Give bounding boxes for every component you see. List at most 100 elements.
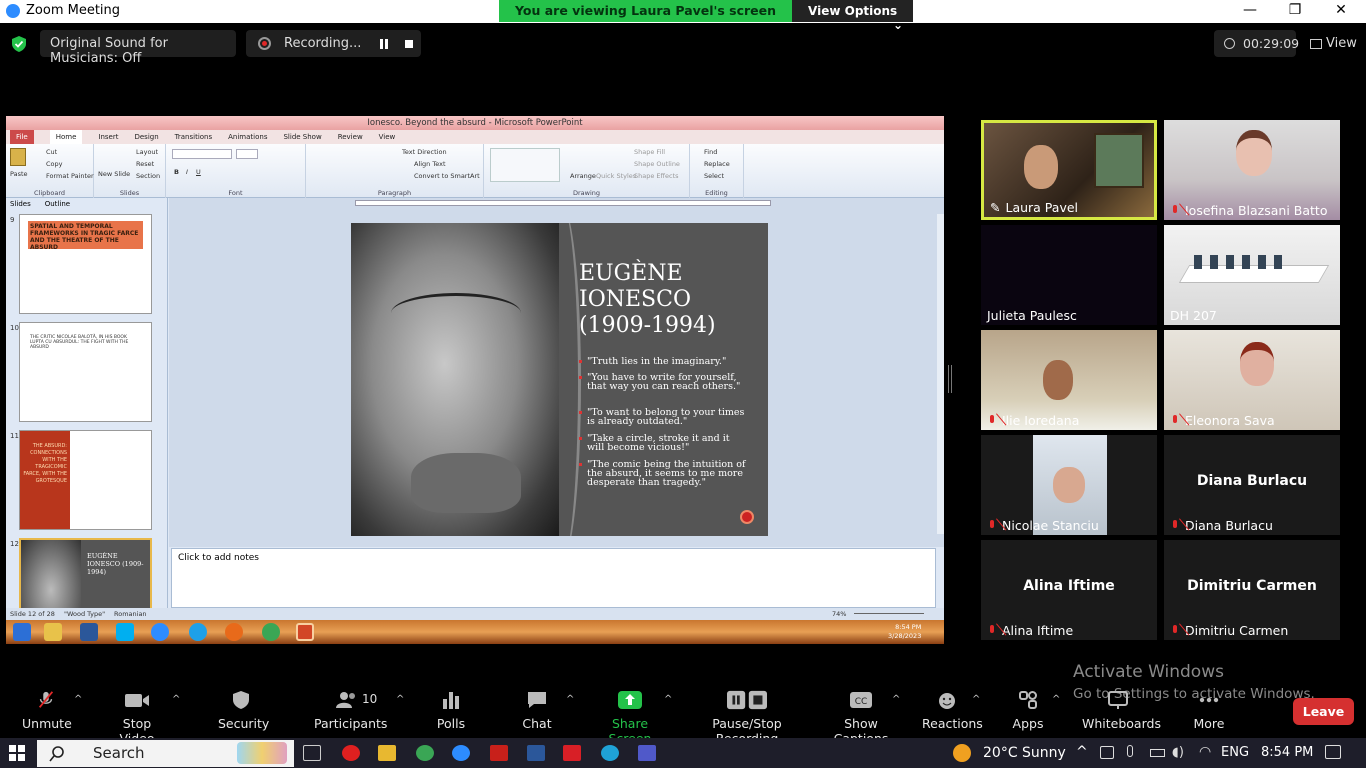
- word-icon[interactable]: [527, 745, 545, 761]
- wifi-icon[interactable]: ◠: [1199, 744, 1211, 760]
- participant-tile-active[interactable]: ✎ Laura Pavel: [981, 120, 1157, 220]
- copy-button[interactable]: Copy: [46, 160, 63, 168]
- microphone-tray-icon[interactable]: [1127, 745, 1133, 757]
- teams-icon[interactable]: [638, 745, 656, 761]
- language-indicator[interactable]: ENG: [1221, 745, 1249, 760]
- layout-button[interactable]: Layout: [136, 148, 158, 156]
- video-options-caret[interactable]: ^: [172, 694, 180, 705]
- acrobat-icon[interactable]: [490, 745, 508, 761]
- notes-pane[interactable]: Click to add notes: [171, 548, 936, 608]
- reactions-options-caret[interactable]: ^: [972, 694, 980, 705]
- bold-button[interactable]: B: [174, 168, 179, 176]
- notifications-icon[interactable]: [1325, 745, 1341, 759]
- unmute-button[interactable]: Unmute: [22, 690, 72, 731]
- edge-icon[interactable]: [601, 745, 619, 761]
- find-button[interactable]: Find: [704, 148, 717, 156]
- ppt-tab-home[interactable]: Home: [49, 130, 83, 144]
- replace-button[interactable]: Replace: [704, 160, 730, 168]
- participant-tile[interactable]: DH 207: [1164, 225, 1340, 325]
- zoom-slider[interactable]: [854, 613, 924, 614]
- reactions-button[interactable]: Reactions: [922, 690, 983, 731]
- stop-icon[interactable]: [405, 40, 413, 48]
- camera-tray-icon[interactable]: [1100, 746, 1114, 759]
- participant-tile[interactable]: Eleonora Sava: [1164, 330, 1340, 430]
- slide-thumbnail[interactable]: THE ABSURD: CONNECTIONS WITH THE TRAGICO…: [19, 430, 152, 530]
- apps-options-caret[interactable]: ^: [1052, 694, 1060, 705]
- ppt-tab-transitions[interactable]: Transitions: [175, 130, 213, 144]
- shape-fill-button[interactable]: Shape Fill: [634, 148, 665, 156]
- pause-icon[interactable]: [379, 39, 389, 49]
- select-button[interactable]: Select: [704, 172, 724, 180]
- font-family-select[interactable]: [172, 149, 232, 159]
- zoom-taskbar-icon[interactable]: [452, 745, 470, 761]
- format-painter-button[interactable]: Format Painter: [46, 172, 94, 180]
- opera-icon[interactable]: [342, 745, 360, 761]
- new-slide-button[interactable]: New Slide: [98, 170, 130, 178]
- weather-text[interactable]: 20°C Sunny: [983, 745, 1066, 761]
- apps-button[interactable]: Apps: [1012, 690, 1044, 731]
- minimize-button[interactable]: —: [1240, 2, 1260, 20]
- underline-button[interactable]: U: [196, 168, 201, 176]
- shape-effects-button[interactable]: Shape Effects: [634, 172, 679, 180]
- windows-start-icon[interactable]: [9, 745, 25, 761]
- taskbar-search-box[interactable]: Search: [37, 740, 294, 767]
- slide-thumbnail[interactable]: THE CRITIC NICOLAE BALOTĂ, IN HIS BOOK L…: [19, 322, 152, 422]
- action-button-icon[interactable]: [740, 510, 754, 524]
- security-button[interactable]: Security: [218, 690, 269, 731]
- close-button[interactable]: ✕: [1331, 2, 1351, 20]
- speaker-icon[interactable]: ◖): [1172, 745, 1184, 760]
- participant-tile[interactable]: Nicolae Stanciu: [981, 435, 1157, 535]
- shape-outline-button[interactable]: Shape Outline: [634, 160, 680, 168]
- ppt-tab-view[interactable]: View: [379, 130, 396, 144]
- view-button[interactable]: View: [1304, 30, 1360, 57]
- cut-button[interactable]: Cut: [46, 148, 57, 156]
- ppt-tab-file[interactable]: File: [10, 130, 34, 144]
- task-view-icon[interactable]: [303, 745, 321, 761]
- restore-button[interactable]: ❐: [1285, 2, 1305, 20]
- tray-chevron-icon[interactable]: ^: [1076, 744, 1088, 760]
- paste-button[interactable]: Paste: [10, 170, 28, 178]
- participant-tile[interactable]: Ilie Ioredana: [981, 330, 1157, 430]
- text-direction-button[interactable]: Text Direction: [402, 148, 447, 156]
- chat-button[interactable]: Chat: [522, 690, 552, 731]
- whiteboards-button[interactable]: Whiteboards: [1082, 690, 1161, 731]
- ppt-tab-slideshow[interactable]: Slide Show: [283, 130, 321, 144]
- vertical-scrollbar[interactable]: [937, 214, 944, 534]
- align-text-button[interactable]: Align Text: [414, 160, 446, 168]
- pane-tab-slides[interactable]: Slides: [10, 200, 31, 208]
- slide-thumbnail[interactable]: SPATIAL AND TEMPORAL FRAMEWORKS IN TRAGI…: [19, 214, 152, 314]
- splitter-handle[interactable]: [948, 365, 952, 393]
- ppt-tab-design[interactable]: Design: [134, 130, 158, 144]
- view-options-button[interactable]: View Options ⌄: [792, 0, 914, 32]
- pane-tab-outline[interactable]: Outline: [45, 200, 70, 208]
- netflix-icon[interactable]: [563, 745, 581, 761]
- shapes-gallery[interactable]: [490, 148, 560, 182]
- italic-button[interactable]: I: [186, 168, 188, 176]
- participant-tile[interactable]: Diana Burlacu Diana Burlacu: [1164, 435, 1340, 535]
- current-slide[interactable]: EUGÈNE IONESCO (1909-1994) "Truth lies i…: [351, 223, 768, 536]
- participant-tile[interactable]: Dimitriu Carmen Dimitriu Carmen: [1164, 540, 1340, 640]
- ppt-tab-review[interactable]: Review: [338, 130, 363, 144]
- audio-options-caret[interactable]: ^: [74, 694, 82, 705]
- polls-button[interactable]: Polls: [436, 690, 466, 731]
- more-button[interactable]: More: [1192, 690, 1226, 731]
- participants-options-caret[interactable]: ^: [396, 694, 404, 705]
- battery-icon[interactable]: [1150, 749, 1165, 757]
- leave-button[interactable]: Leave: [1293, 698, 1354, 725]
- taskbar-clock[interactable]: 8:54 PM: [1261, 745, 1313, 760]
- reset-button[interactable]: Reset: [136, 160, 154, 168]
- section-button[interactable]: Section: [136, 172, 160, 180]
- quick-styles-button[interactable]: Quick Styles: [596, 172, 636, 180]
- captions-options-caret[interactable]: ^: [892, 694, 900, 705]
- share-options-caret[interactable]: ^: [664, 694, 672, 705]
- ppt-tab-animations[interactable]: Animations: [228, 130, 267, 144]
- file-explorer-icon[interactable]: [378, 745, 396, 761]
- participant-tile[interactable]: Julieta Paulesc: [981, 225, 1157, 325]
- original-sound-toggle[interactable]: Original Sound for Musicians: Off: [40, 30, 236, 66]
- chat-options-caret[interactable]: ^: [566, 694, 574, 705]
- ppt-tab-insert[interactable]: Insert: [98, 130, 118, 144]
- chrome-icon[interactable]: [416, 745, 434, 761]
- participant-tile[interactable]: Alina Iftime Alina Iftime: [981, 540, 1157, 640]
- arrange-button[interactable]: Arrange: [570, 172, 596, 180]
- participant-tile[interactable]: Iosefina Blazsani Batto: [1164, 120, 1340, 220]
